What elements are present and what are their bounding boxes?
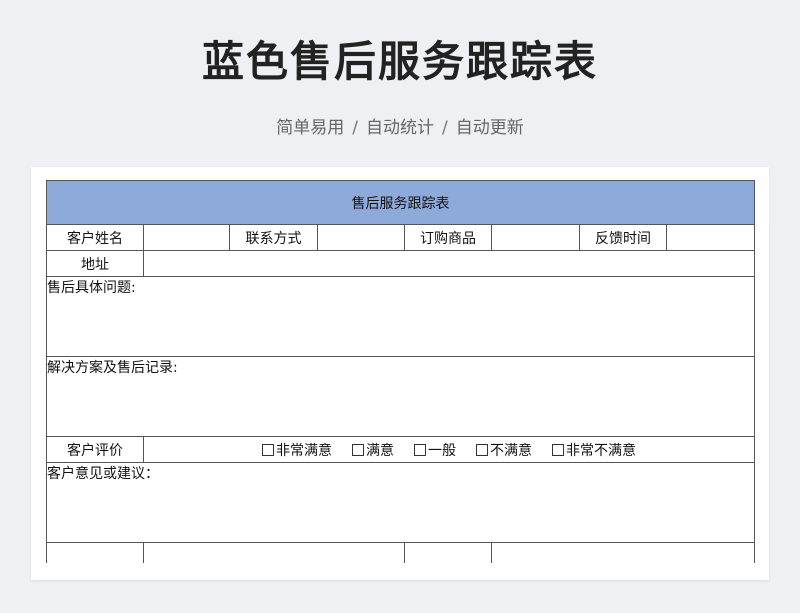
checkbox-icon[interactable]	[414, 443, 426, 456]
contact-cell[interactable]	[317, 224, 405, 251]
feedback-time-cell[interactable]	[666, 224, 755, 251]
rating-options: 非常满意 满意 一般 不满意 非常不满意	[143, 436, 755, 463]
service-tracking-table: 售后服务跟踪表 客户姓名 联系方式 订购商品 反馈时间 地址 售后具体问题: 解…	[46, 180, 755, 563]
address-label: 地址	[46, 250, 144, 277]
rating-option-very-dissatisfied[interactable]: 非常不满意	[552, 443, 636, 459]
solution-cell[interactable]: 解决方案及售后记录:	[46, 356, 755, 437]
checkbox-icon[interactable]	[352, 443, 364, 456]
product-cell[interactable]	[491, 224, 580, 251]
rating-option-dissatisfied[interactable]: 不满意	[476, 443, 532, 459]
subtitle-separator: /	[442, 118, 448, 138]
subtitle-item: 自动更新	[455, 118, 524, 138]
page-title: 蓝色售后服务跟踪表	[201, 37, 598, 86]
footer-cell[interactable]	[491, 542, 755, 563]
checkbox-icon[interactable]	[476, 443, 488, 456]
rating-label: 客户评价	[46, 436, 144, 463]
footer-cell[interactable]	[404, 542, 492, 563]
product-label: 订购商品	[404, 224, 492, 251]
feedback-time-label: 反馈时间	[579, 224, 667, 251]
footer-cell[interactable]	[46, 542, 144, 563]
customer-name-cell[interactable]	[143, 224, 230, 251]
checkbox-icon[interactable]	[262, 443, 274, 456]
address-cell[interactable]	[143, 250, 755, 277]
subtitle: 简单易用 / 自动统计 / 自动更新	[0, 113, 800, 138]
rating-option-very-satisfied[interactable]: 非常满意	[262, 443, 332, 459]
footer-cell[interactable]	[143, 542, 405, 563]
issue-label: 售后具体问题:	[47, 280, 136, 296]
subtitle-item: 自动统计	[366, 118, 434, 138]
form-banner: 售后服务跟踪表	[46, 180, 755, 225]
rating-option-satisfied[interactable]: 满意	[352, 443, 394, 459]
customer-name-label: 客户姓名	[46, 224, 144, 251]
subtitle-item: 简单易用	[276, 118, 345, 138]
subtitle-separator: /	[352, 118, 358, 138]
contact-label: 联系方式	[229, 224, 318, 251]
rating-option-neutral[interactable]: 一般	[414, 443, 456, 459]
checkbox-icon[interactable]	[552, 443, 564, 456]
suggestion-cell[interactable]: 客户意见或建议：	[46, 462, 755, 543]
suggestion-label: 客户意见或建议：	[47, 466, 160, 482]
form-sheet: 售后服务跟踪表 客户姓名 联系方式 订购商品 反馈时间 地址 售后具体问题: 解…	[31, 167, 769, 580]
solution-label: 解决方案及售后记录:	[47, 360, 178, 376]
issue-cell[interactable]: 售后具体问题:	[46, 276, 755, 357]
